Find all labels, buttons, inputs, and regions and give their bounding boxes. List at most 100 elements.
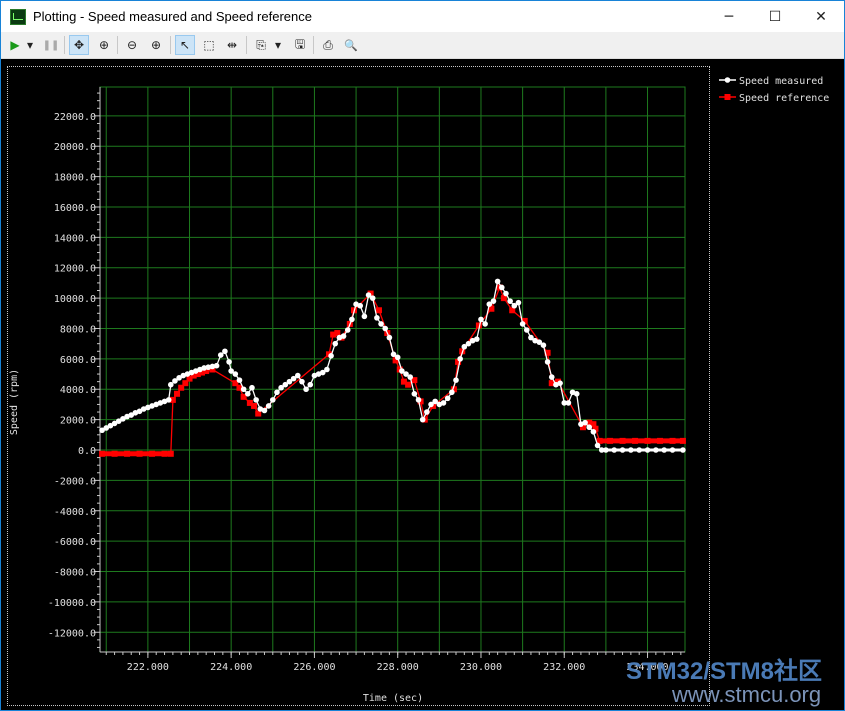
speed-reference-point bbox=[375, 307, 382, 314]
y-tick-label: 0.0 bbox=[78, 446, 96, 457]
speed-reference-point bbox=[405, 381, 412, 388]
window-title: Plotting - Speed measured and Speed refe… bbox=[33, 9, 312, 24]
y-tick-label: -12000.0 bbox=[48, 628, 96, 639]
speed-measured-point bbox=[453, 377, 459, 383]
speed-measured-point bbox=[557, 380, 563, 386]
y-tick-label: 4000.0 bbox=[60, 385, 96, 396]
pause-button[interactable]: ❚❚ bbox=[41, 35, 61, 55]
y-tick-label: -6000.0 bbox=[54, 537, 96, 548]
play-dropdown-button[interactable]: ▾ bbox=[23, 35, 37, 55]
speed-measured-point bbox=[340, 333, 347, 339]
speed-measured-point bbox=[217, 352, 224, 358]
y-tick-label: 14000.0 bbox=[54, 233, 96, 244]
speed-measured-point bbox=[236, 377, 243, 383]
toolbar: ▶ ▾ ❚❚ ✥ ⊕ ⊖ ⊕ ↖ ⬚ ⇹ ⎘ ▾ 🖫 ⎙ 🔍 bbox=[1, 32, 844, 59]
speed-measured-point bbox=[594, 442, 601, 449]
toolbar-separator bbox=[117, 36, 118, 54]
speed-measured-point bbox=[494, 278, 501, 285]
y-tick-label: 10000.0 bbox=[54, 294, 96, 305]
zoom-out-button[interactable]: ⊖ bbox=[122, 35, 142, 55]
speed-measured-point bbox=[424, 409, 430, 415]
speed-measured-point bbox=[540, 342, 547, 348]
speed-measured-point bbox=[440, 400, 447, 406]
speed-measured-point bbox=[582, 419, 588, 426]
speed-measured-point bbox=[307, 381, 314, 388]
pan-button[interactable]: ✥ bbox=[69, 35, 89, 55]
y-tick-label: 2000.0 bbox=[60, 416, 96, 427]
select-rectangle-button[interactable]: ⬚ bbox=[199, 35, 219, 55]
speed-measured-point bbox=[449, 389, 455, 396]
speed-measured-point bbox=[261, 407, 268, 414]
plot-area[interactable]: 22000.0 20000.0 18000.0 16000.0 14000.0 12000… bbox=[1, 59, 844, 710]
grid-lines bbox=[99, 86, 686, 653]
toolbar-separator bbox=[246, 36, 247, 54]
y-tick-label: -2000.0 bbox=[54, 476, 96, 487]
print-preview-button[interactable]: 🔍 bbox=[341, 35, 361, 55]
copy-button[interactable]: ⎘ bbox=[251, 35, 271, 55]
speed-measured-point bbox=[274, 389, 280, 396]
speed-measured-point bbox=[269, 397, 276, 403]
x-tick-label: 222.000 bbox=[127, 662, 169, 673]
x-tick-label: 228.000 bbox=[377, 662, 419, 673]
watermark-line1: STM32/STM8社区 bbox=[625, 658, 822, 685]
speed-measured-point bbox=[515, 299, 522, 306]
legend: Speed measured Speed reference bbox=[719, 76, 829, 104]
legend-label-speed-reference: Speed reference bbox=[739, 93, 829, 104]
speed-measured-point bbox=[457, 356, 463, 362]
speed-measured-point bbox=[213, 362, 220, 369]
speed-measured-point bbox=[523, 327, 530, 333]
y-axis-label: Speed (rpm) bbox=[9, 369, 20, 435]
x-tick-label: 224.000 bbox=[210, 662, 252, 673]
speed-measured-point bbox=[498, 284, 505, 291]
speed-measured-point bbox=[240, 386, 247, 393]
speed-measured-point bbox=[548, 374, 555, 380]
speed-measured-point bbox=[444, 395, 451, 402]
speed-measured-point bbox=[382, 325, 389, 332]
speed-measured-point bbox=[490, 298, 497, 304]
speed-measured-point bbox=[294, 372, 301, 379]
speed-measured-point bbox=[299, 378, 305, 385]
zoom-fit-button[interactable]: ⊕ bbox=[94, 35, 114, 55]
copy-dropdown-button[interactable]: ▾ bbox=[271, 35, 285, 55]
y-tick-label: 6000.0 bbox=[60, 355, 96, 366]
select-pointer-button[interactable]: ↖ bbox=[175, 35, 195, 55]
x-tick-label: 226.000 bbox=[293, 662, 335, 673]
speed-measured-point bbox=[324, 366, 330, 373]
speed-measured-point bbox=[265, 403, 272, 409]
toolbar-separator bbox=[170, 36, 171, 54]
toolbar-separator bbox=[313, 36, 314, 54]
y-tick-label: 16000.0 bbox=[54, 203, 96, 214]
watermark: STM32/STM8社区 www.stmcu.org bbox=[626, 651, 822, 708]
y-tick-label: 22000.0 bbox=[54, 112, 96, 123]
y-tick-label: 20000.0 bbox=[54, 142, 96, 153]
minimize-button[interactable]: ─ bbox=[706, 1, 752, 32]
speed-measured-point bbox=[411, 391, 418, 397]
series bbox=[99, 278, 686, 457]
play-button[interactable]: ▶ bbox=[5, 35, 25, 55]
speed-measured-point bbox=[303, 386, 309, 393]
speed-measured-point bbox=[167, 381, 174, 388]
title-bar[interactable]: Plotting - Speed measured and Speed refe… bbox=[1, 1, 844, 32]
close-button[interactable]: ✕ bbox=[798, 1, 844, 32]
speed-chart[interactable]: 22000.0 20000.0 18000.0 16000.0 14000.0 12000… bbox=[1, 59, 844, 710]
speed-measured-point bbox=[407, 374, 413, 380]
speed-measured-point bbox=[349, 316, 355, 323]
speed-measured-point bbox=[226, 359, 232, 365]
cursor-marker-button[interactable]: ⇹ bbox=[222, 35, 242, 55]
save-button[interactable]: 🖫 bbox=[290, 35, 310, 55]
x-tick-label: 230.000 bbox=[460, 662, 502, 673]
speed-measured-point bbox=[165, 397, 172, 403]
speed-reference-point bbox=[174, 390, 181, 397]
speed-measured-point bbox=[482, 321, 488, 327]
speed-measured-point bbox=[253, 397, 259, 403]
speed-measured-point bbox=[519, 321, 526, 327]
print-button[interactable]: ⎙ bbox=[318, 35, 338, 55]
zoom-in-button[interactable]: ⊕ bbox=[146, 35, 166, 55]
speed-measured-point bbox=[328, 353, 334, 359]
x-tick-label: 232.000 bbox=[543, 662, 585, 673]
speed-measured-point bbox=[478, 316, 484, 323]
legend-swatch-marker bbox=[724, 77, 731, 83]
maximize-button[interactable]: ☐ bbox=[752, 1, 798, 32]
plot-border bbox=[99, 86, 686, 653]
speed-measured-point bbox=[474, 336, 480, 342]
